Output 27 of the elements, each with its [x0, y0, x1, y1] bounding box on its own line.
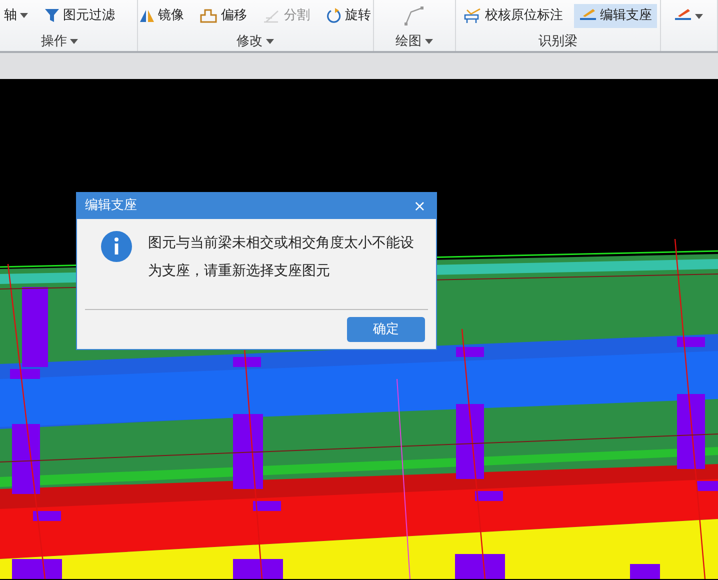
close-button[interactable]: × [411, 198, 428, 214]
toolbar-button[interactable]: 图元过滤 [38, 4, 120, 28]
caret-icon [424, 38, 433, 44]
info-icon [101, 231, 132, 262]
toolbar-button[interactable]: 校核原位标注 [458, 4, 568, 28]
toolbar-button[interactable]: 镜像 [134, 4, 190, 28]
filter-icon [44, 8, 60, 24]
group-label: 识别梁 [538, 32, 578, 50]
caret-icon [20, 13, 28, 18]
group-label: 修改 [236, 32, 263, 50]
toolbar-button[interactable]: 旋转 [321, 4, 376, 28]
toolbar-button[interactable]: 偏移 [195, 4, 252, 28]
rotate-icon [326, 8, 342, 24]
ok-button[interactable]: 确定 [347, 317, 425, 342]
mirror-icon [139, 8, 156, 24]
group-label: 操作 [40, 32, 67, 50]
polyline-icon [404, 6, 424, 26]
dropdown-button[interactable]: 轴 [0, 4, 33, 28]
caret-icon [695, 14, 704, 18]
dialog-message: 图元与当前梁未相交或相交角度太小不能设为支座，请重新选择支座图元 [148, 234, 415, 281]
dialog-title: 编辑支座 [85, 197, 137, 216]
beam-check-icon [464, 8, 482, 24]
toolbar-button[interactable]: 编辑支座 [574, 4, 657, 28]
caret-icon [266, 38, 274, 44]
caret-icon [70, 38, 78, 44]
offset-icon [200, 8, 218, 24]
group-label: 绘图 [396, 32, 422, 50]
